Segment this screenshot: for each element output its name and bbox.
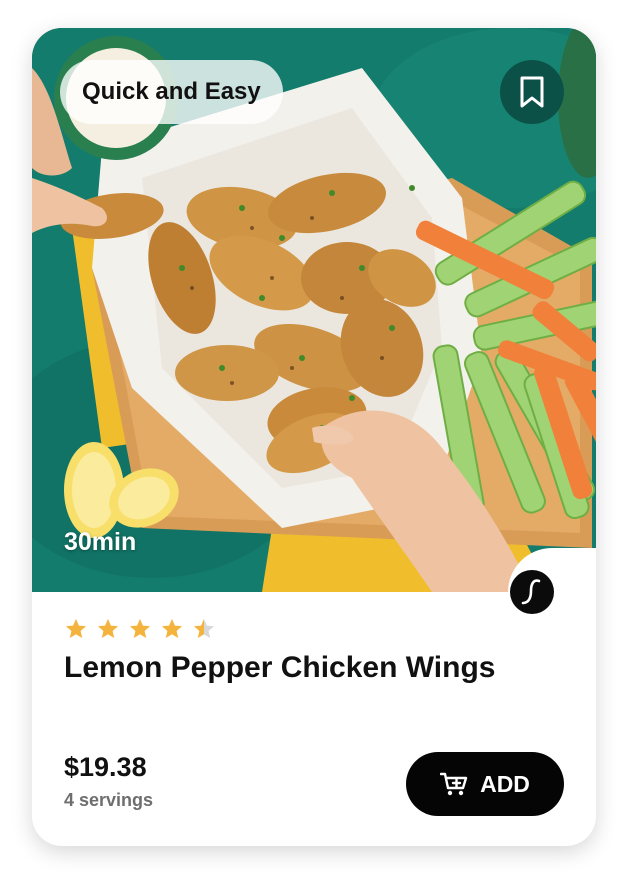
star-icon: [66, 619, 86, 638]
bookmark-button[interactable]: [500, 60, 564, 124]
cook-time: 30min: [64, 528, 137, 556]
star-icon: [130, 619, 150, 638]
recipe-card[interactable]: Quick and Easy 30min Lemon Pepper Chicke…: [32, 28, 596, 846]
add-to-cart-button[interactable]: ADD: [406, 752, 564, 816]
servings: 4 servings: [64, 790, 154, 810]
cart-plus-icon: [440, 772, 468, 796]
star-half-icon: [194, 619, 214, 638]
brand-logo: [510, 570, 554, 614]
recipe-title[interactable]: Lemon Pepper Chicken Wings: [64, 646, 564, 690]
rating-stars: [64, 617, 216, 641]
brand-logo-icon: [521, 579, 541, 605]
recipe-photo: Quick and Easy 30min: [32, 28, 596, 592]
add-button-label: ADD: [480, 770, 530, 797]
price: $19.38: [64, 752, 147, 782]
star-icon: [98, 619, 118, 638]
bookmark-icon: [520, 76, 544, 108]
star-icon: [162, 619, 182, 638]
category-tag: Quick and Easy: [60, 60, 283, 124]
